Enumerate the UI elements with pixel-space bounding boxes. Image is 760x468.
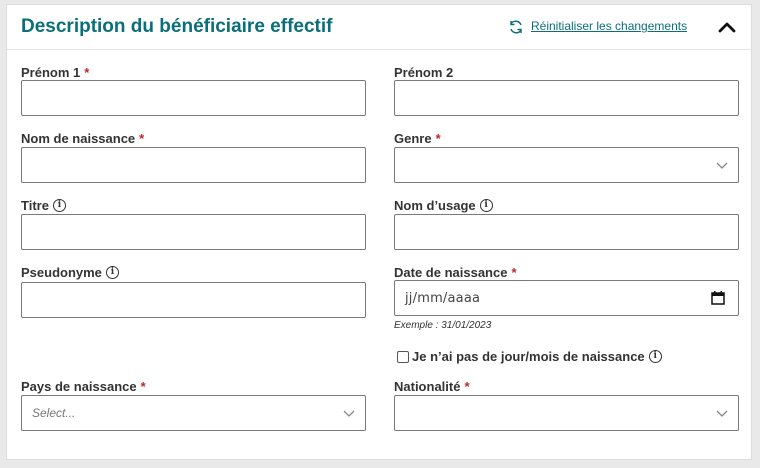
nom-usage-label: Nom d’usage i [394,198,493,213]
pays-naissance-select[interactable]: Select... [21,395,366,431]
section-title: Description du bénéficiaire effectif [21,16,333,37]
genre-label-text: Genre [394,131,432,146]
nationalite-label-text: Nationalité [394,379,461,394]
nationalite-label: Nationalité * [394,379,470,394]
genre-select[interactable] [394,147,739,183]
prenom1-label-text: Prénom 1 [21,65,81,80]
info-icon[interactable]: i [479,199,493,212]
no-day-month-checkbox[interactable] [397,350,409,363]
no-day-month-label[interactable]: Je n’ai pas de jour/mois de naissance [412,349,645,364]
date-naissance-label: Date de naissance * [394,265,517,280]
nom-usage-label-text: Nom d’usage [394,198,476,213]
pseudonyme-label: Pseudonyme i [21,265,119,280]
chevron-down-icon [716,410,728,417]
required-mark: * [464,379,470,394]
reset-changes-link[interactable]: Réinitialiser les changements [531,19,687,33]
info-icon[interactable]: i [52,199,66,212]
nom-usage-input[interactable] [394,214,739,250]
date-placeholder: jj/mm/aaaa [405,291,481,306]
required-mark: * [511,265,517,280]
prenom2-input[interactable] [394,80,739,116]
titre-label-text: Titre [21,198,49,213]
nom-naissance-label-text: Nom de naissance [21,131,136,146]
titre-label: Titre i [21,198,66,213]
nationalite-select[interactable] [394,395,739,431]
pays-naissance-label-text: Pays de naissance [21,379,137,394]
nom-naissance-input[interactable] [21,147,366,183]
prenom2-label-text: Prénom 2 [394,65,454,80]
required-mark: * [139,131,145,146]
prenom1-input[interactable] [21,80,366,116]
date-naissance-input[interactable]: jj/mm/aaaa [394,280,739,316]
required-mark: * [435,131,441,146]
chevron-down-icon [343,410,355,417]
required-mark: * [84,65,90,80]
info-icon[interactable]: i [648,350,662,363]
prenom2-label: Prénom 2 [394,65,453,80]
panel-header: Description du bénéficiaire effectif Réi… [7,5,751,50]
date-naissance-label-text: Date de naissance [394,265,508,280]
refresh-icon[interactable] [508,19,524,35]
pseudonyme-input[interactable] [21,282,366,318]
no-day-month-row: Je n’ai pas de jour/mois de naissance i [397,349,662,364]
select-placeholder: Select... [32,406,76,420]
beneficial-owner-panel: Description du bénéficiaire effectif Réi… [6,4,752,460]
chevron-down-icon [716,162,728,169]
titre-input[interactable] [21,214,366,250]
pseudonyme-label-text: Pseudonyme [21,265,102,280]
nom-naissance-label: Nom de naissance * [21,131,144,146]
calendar-icon[interactable] [711,291,725,305]
prenom1-label: Prénom 1 * [21,65,89,80]
genre-label: Genre * [394,131,441,146]
required-mark: * [140,379,146,394]
pays-naissance-label: Pays de naissance * [21,379,146,394]
date-hint: Exemple : 31/01/2023 [394,320,492,331]
info-icon[interactable]: i [105,266,119,279]
chevron-up-icon[interactable] [717,18,737,36]
